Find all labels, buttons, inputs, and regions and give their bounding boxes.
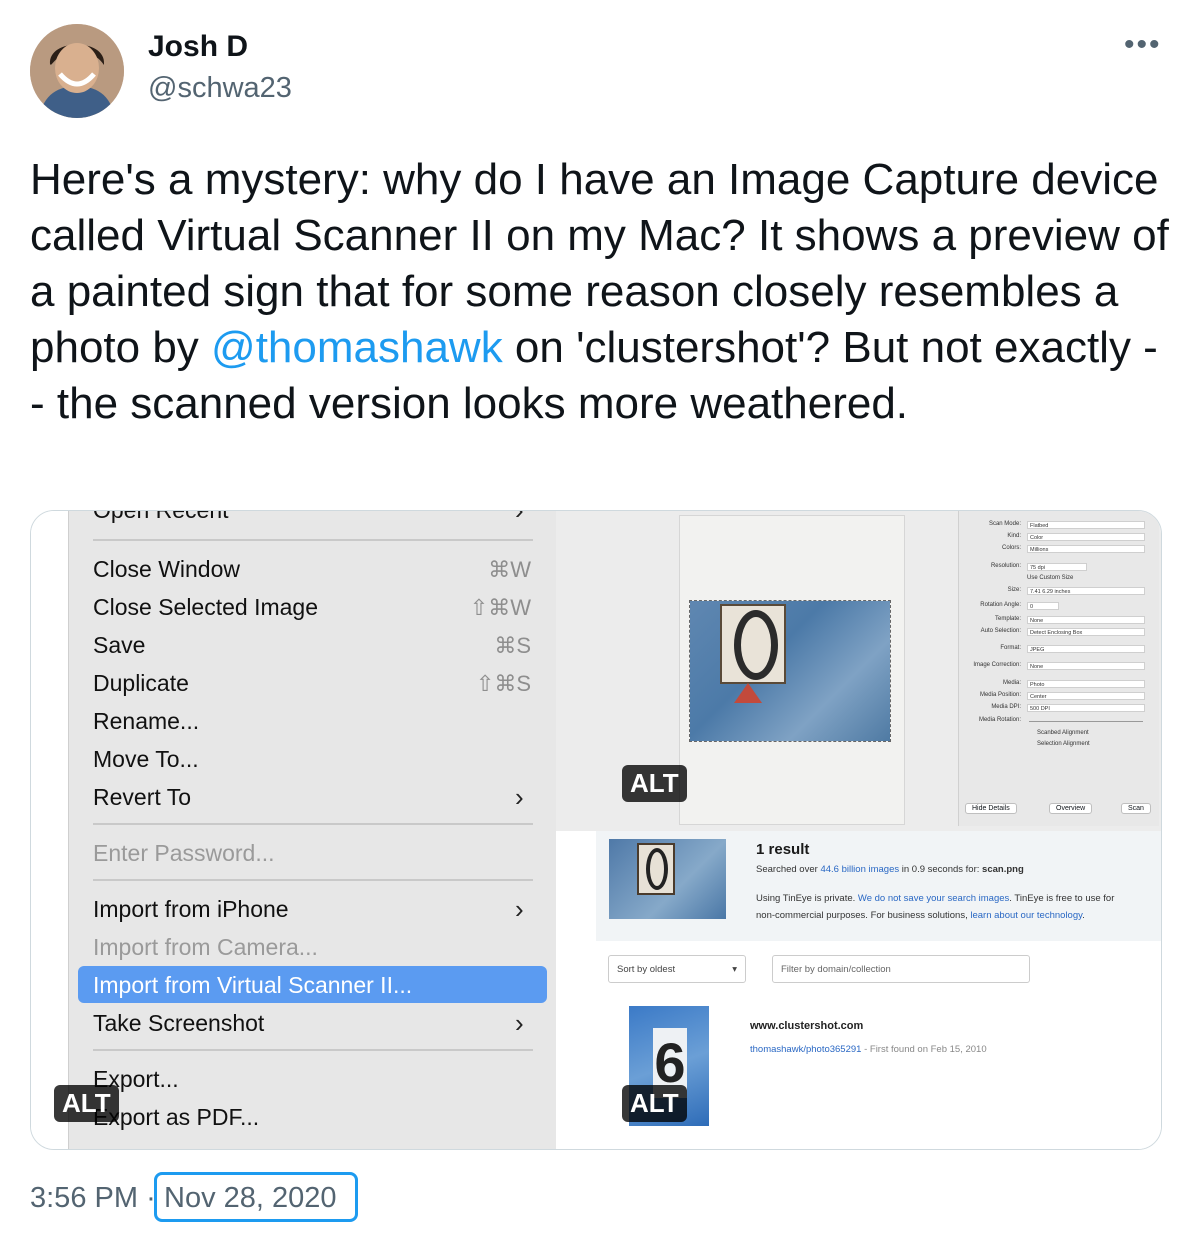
media-image-menu[interactable]: Open Recent › Close Window ⌘W Close Sele… (31, 511, 556, 1149)
author-handle[interactable]: @schwa23 (148, 72, 292, 105)
menu-item-enter-password: Enter Password... (93, 840, 275, 866)
chevron-right-icon: › (515, 894, 524, 924)
privacy-note-2: non-commercial purposes. For business so… (756, 910, 1085, 921)
shortcut-duplicate: ⇧⌘S (475, 671, 531, 696)
tweet-text: Here's a mystery: why do I have an Image… (30, 152, 1170, 432)
media-image-scanner[interactable]: Scan Mode: Flatbed Kind: Color Colors: Mill… (556, 511, 1161, 831)
query-thumbnail (609, 839, 726, 919)
menu-separator (93, 879, 533, 881)
result-count: 1 result (756, 841, 810, 858)
tineye-summary: 1 result Searched over 44.6 billion imag… (596, 831, 1161, 941)
menu-item-move-to: Move To... (93, 746, 199, 772)
warning-sign (734, 683, 762, 703)
shortcut-close-selected: ⇧⌘W (469, 595, 531, 620)
menu-item-close-window: Close Window (93, 556, 240, 582)
alt-badge[interactable]: ALT (54, 1085, 119, 1122)
match-details: thomashawk/photo365291 - First found on … (750, 1044, 987, 1055)
painted-sign (720, 604, 786, 684)
caret-down-icon: ▾ (732, 964, 737, 975)
setting-checkbox[interactable]: Selection Alignment (1037, 741, 1090, 747)
sign-zero (734, 610, 778, 680)
sort-select[interactable]: Sort by oldest ▾ (608, 955, 746, 983)
tweet-date[interactable]: Nov 28, 2020 (164, 1182, 337, 1215)
shortcut-close-window: ⌘W (488, 557, 531, 582)
match-domain[interactable]: www.clustershot.com (750, 1020, 863, 1032)
menu-item-revert-to: Revert To (93, 784, 192, 810)
setting-checkbox[interactable]: Use Custom Size (1027, 575, 1073, 581)
chevron-right-icon: › (515, 1008, 524, 1038)
media-grid[interactable]: Open Recent › Close Window ⌘W Close Sele… (30, 510, 1162, 1150)
privacy-note: Using TinEye is private. We do not save … (756, 893, 1115, 904)
overview-button[interactable]: Overview (1049, 803, 1093, 814)
shortcut-save: ⌘S (494, 633, 531, 658)
menu-item-take-screenshot: Take Screenshot (93, 1010, 265, 1036)
scan-preview-image (689, 600, 891, 742)
media-image-tineye[interactable]: 1 result Searched over 44.6 billion imag… (596, 831, 1161, 1149)
menu-item-close-selected-image: Close Selected Image (93, 594, 319, 620)
menu-item-import-camera: Import from Camera... (93, 934, 318, 960)
scan-button[interactable]: Scan (1121, 803, 1151, 814)
menu-item-duplicate: Duplicate (93, 670, 189, 696)
alt-badge[interactable]: ALT (622, 1085, 687, 1122)
author-name[interactable]: Josh D (148, 30, 248, 64)
chevron-right-icon: › (515, 782, 524, 812)
alt-badge[interactable]: ALT (622, 765, 687, 802)
mention-link[interactable]: @thomashawk (211, 323, 503, 372)
filter-input[interactable]: Filter by domain/collection (772, 955, 1030, 983)
avatar[interactable] (30, 24, 124, 118)
menu-item-save: Save (93, 632, 146, 658)
menu-item-open-recent: Open Recent (93, 511, 229, 524)
scan-preview-paper (679, 515, 905, 825)
menu-separator (93, 539, 533, 541)
hide-details-button[interactable]: Hide Details (965, 803, 1017, 814)
chevron-right-icon: › (515, 511, 524, 526)
scanner-settings-panel: Scan Mode: Flatbed Kind: Color Colors: Mill… (958, 511, 1159, 826)
menu-separator (93, 1049, 533, 1051)
tweet-time[interactable]: 3:56 PM · (30, 1182, 156, 1215)
menu-separator (93, 823, 533, 825)
setting-checkbox[interactable]: Scanbed Alignment (1037, 730, 1089, 736)
more-options-icon[interactable]: ••• (1124, 28, 1162, 62)
menu-item-import-virtual-scanner: Import from Virtual Scanner II... (93, 972, 413, 998)
menu-item-import-iphone: Import from iPhone (93, 896, 289, 922)
menu-item-rename: Rename... (93, 708, 200, 734)
search-stats: Searched over 44.6 billion images in 0.9… (756, 864, 1024, 875)
